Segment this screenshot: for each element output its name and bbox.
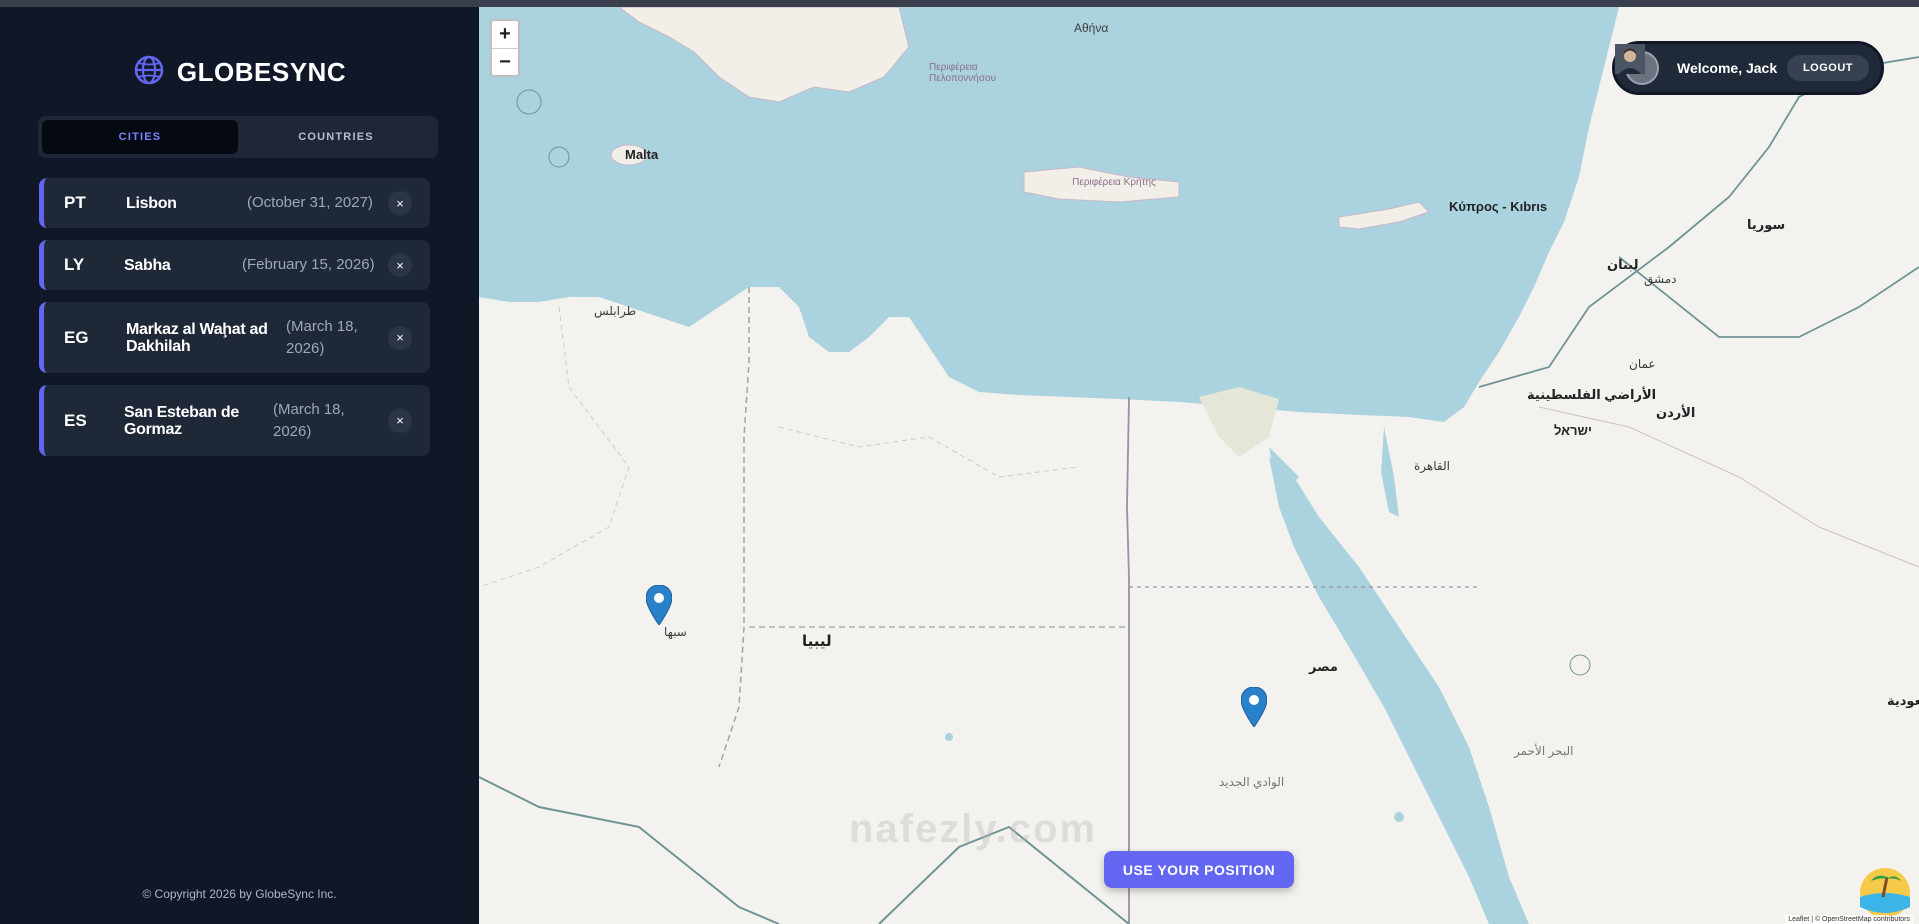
map-label-tripoli: طرابلس	[594, 304, 637, 318]
tab-bar: CITIES COUNTRIES	[38, 116, 438, 158]
map-view[interactable]: Malta Κύπρος - Kıbrıs ليبيا مصر سوريا لب…	[479, 7, 1919, 924]
map-label-jordan: الأردن	[1656, 405, 1696, 420]
map-label-cairo: القاهرة	[1414, 459, 1450, 473]
map-label-lebanon: لبنان	[1607, 257, 1639, 272]
city-item[interactable]: EG Markaz al Waḩat ad Dakhilah (March 18…	[39, 302, 430, 373]
map-label-malta: Malta	[625, 147, 659, 162]
visit-date: (February 15, 2026)	[242, 256, 375, 273]
welcome-text: Welcome, Jack	[1677, 60, 1778, 76]
avatar	[1615, 44, 1659, 85]
city-name: Sabha	[124, 256, 171, 274]
globe-icon	[133, 54, 165, 91]
map-label-egypt: مصر	[1309, 659, 1338, 674]
map-marker-dakhilah[interactable]	[1241, 687, 1267, 727]
browser-top-bar	[0, 0, 1919, 7]
city-item[interactable]: PT Lisbon (October 31, 2027) ×	[39, 178, 430, 228]
delete-city-button[interactable]: ×	[388, 253, 412, 277]
city-list: PT Lisbon (October 31, 2027) × LY Sabha …	[39, 178, 430, 468]
city-item[interactable]: ES San Esteban de Gormaz (March 18, 2026…	[39, 385, 430, 456]
tab-cities[interactable]: CITIES	[42, 120, 238, 154]
map-label-syria: سوريا	[1747, 217, 1786, 232]
visit-date: (March 18, 2026)	[286, 317, 358, 357]
map-attribution[interactable]: Leaflet | © OpenStreetMap contributors	[1785, 915, 1913, 924]
zoom-in-button[interactable]: +	[492, 21, 518, 49]
map-label-palestine: الأراضي الفلسطينية	[1527, 387, 1657, 402]
map-label-sabha: سبها	[664, 625, 687, 639]
visit-date: (October 31, 2027)	[247, 194, 373, 211]
map-label-amman: عمان	[1629, 357, 1656, 371]
country-code: LY	[64, 255, 85, 274]
use-position-button[interactable]: USE YOUR POSITION	[1104, 851, 1294, 888]
city-name: Markaz al Waḩat ad Dakhilah	[126, 320, 268, 355]
beach-app-icon[interactable]	[1859, 867, 1911, 919]
watermark: nafezly.com	[849, 807, 1097, 851]
delete-city-button[interactable]: ×	[388, 408, 412, 433]
country-code: EG	[64, 327, 89, 347]
map-marker-sabha[interactable]	[646, 585, 672, 625]
logout-button[interactable]: LOGOUT	[1786, 55, 1869, 81]
copyright-text: © Copyright 2026 by GlobeSync Inc.	[142, 887, 337, 901]
sidebar: GLOBESYNC CITIES COUNTRIES PT Lisbon (Oc…	[0, 7, 479, 924]
country-code: ES	[64, 410, 87, 430]
map-label-saudi: السعودية	[1887, 693, 1919, 708]
brand[interactable]: GLOBESYNC	[0, 47, 479, 97]
map-label-libya: ليبيا	[802, 633, 832, 650]
country-code: PT	[64, 193, 86, 212]
visit-date: (March 18, 2026)	[273, 400, 345, 440]
map-label-crete: Περιφέρεια Κρήτης	[1072, 177, 1156, 188]
map-label-red-sea: البحر الأحمر	[1514, 744, 1574, 758]
delete-city-button[interactable]: ×	[388, 325, 412, 350]
app-title: GLOBESYNC	[176, 56, 347, 87]
map-label-damascus: دمشق	[1644, 272, 1677, 286]
city-item[interactable]: LY Sabha (February 15, 2026) ×	[39, 240, 430, 290]
city-name: Lisbon	[126, 194, 177, 212]
map-label-athens: Αθήνα	[1074, 21, 1109, 35]
delete-city-button[interactable]: ×	[388, 191, 412, 215]
map-label-peloponnese: Περιφέρεια Πελοποννήσου	[929, 62, 997, 84]
map-tiles	[479, 7, 1919, 924]
city-name: San Esteban de Gormaz	[124, 403, 239, 438]
zoom-out-button[interactable]: −	[492, 49, 518, 76]
zoom-control: + −	[490, 19, 520, 77]
map-label-israel: ישראל	[1554, 423, 1592, 438]
map-label-new-valley: الوادي الجديد	[1219, 775, 1285, 789]
user-box: Welcome, Jack LOGOUT	[1612, 41, 1884, 95]
map-label-cyprus: Κύπρος - Kıbrıs	[1449, 199, 1548, 214]
tab-countries[interactable]: COUNTRIES	[238, 120, 434, 154]
user-avatar-icon	[1615, 44, 1645, 74]
